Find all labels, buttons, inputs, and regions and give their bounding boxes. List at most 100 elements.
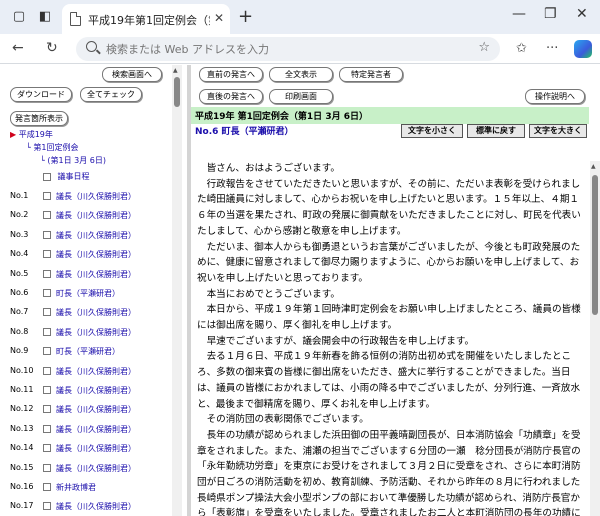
speaker-row[interactable]: No.17 議長（川久保勝則君） <box>0 501 170 515</box>
speaker-row[interactable]: No.5 議長（川久保勝則君） <box>0 269 170 283</box>
speaker-checkbox[interactable] <box>43 386 51 394</box>
address-input[interactable] <box>106 41 466 57</box>
right-frame: 直前の発言へ 全文表示 特定発言者 直後の発言へ 印刷画面 操作説明へ 平成19… <box>187 65 600 516</box>
omnibox[interactable]: ☆ <box>76 37 500 61</box>
speaker-checkbox[interactable] <box>43 463 51 472</box>
speaker-row[interactable]: No.16 新井政博君 <box>0 482 170 496</box>
specific-speaker-button[interactable]: 特定発言者 <box>339 67 403 82</box>
favorite-star-icon[interactable]: ☆ <box>478 40 490 55</box>
speaker-row[interactable]: No.8 議長（川久保勝則君） <box>0 327 170 341</box>
speaker-row[interactable]: No.11 議長（川久保勝則君） <box>0 385 170 399</box>
speaker-checkbox[interactable] <box>43 405 51 414</box>
speaker-link[interactable]: 議長（川久保勝則君） <box>56 269 136 280</box>
speaker-checkbox[interactable] <box>43 250 51 259</box>
speaker-checkbox[interactable] <box>43 483 51 491</box>
check-all-button[interactable]: 全てチェック <box>80 87 142 102</box>
speaker-link[interactable]: 議長（川久保勝則君） <box>56 366 136 377</box>
speaker-link[interactable]: 議長（川久保勝則君） <box>56 230 136 241</box>
close-tab-icon[interactable]: ✕ <box>214 11 224 25</box>
new-tab-icon[interactable]: + <box>238 6 253 27</box>
browser-tab[interactable]: 平成19年第1回定例会（第1日 3月 ✕ <box>62 4 230 34</box>
speaker-link[interactable]: 議長（川久保勝則君） <box>56 424 136 435</box>
speaker-row[interactable]: No.12 議長（川久保勝則君） <box>0 404 170 418</box>
close-window-icon[interactable]: ✕ <box>576 6 588 22</box>
tree-year[interactable]: ▶ 平成19年 <box>10 129 53 140</box>
speaker-link[interactable]: 議長（川久保勝則君） <box>56 385 136 396</box>
font-larger-button[interactable]: 文字を大きく <box>529 124 587 138</box>
speaker-link[interactable]: 新井政博君 <box>56 482 96 493</box>
speaker-link[interactable]: 町長（平瀬研君） <box>56 346 120 357</box>
speaker-checkbox[interactable] <box>43 444 51 453</box>
speaker-link[interactable]: 議長（川久保勝則君） <box>56 249 136 260</box>
tree-session[interactable]: └ 第1回定例会 <box>26 142 78 153</box>
tree-day[interactable]: └ (第1日 3月 6日) <box>40 155 106 166</box>
back-icon[interactable]: ← <box>12 40 24 56</box>
speaker-link[interactable]: 町長（平瀬研君） <box>56 288 120 299</box>
speaker-checkbox[interactable] <box>43 308 51 317</box>
speaker-link[interactable]: 議長（川久保勝則君） <box>56 191 136 202</box>
tree-agenda[interactable]: 議事日程 <box>43 171 90 182</box>
speaker-checkbox[interactable] <box>43 366 51 375</box>
instructions-button[interactable]: 操作説明へ <box>525 89 585 104</box>
left-scrollbar[interactable]: ▲ <box>172 65 182 516</box>
speaker-link[interactable]: 議長（川久保勝則君） <box>56 463 136 474</box>
right-scrollbar-thumb[interactable] <box>592 175 598 315</box>
speaker-checkbox[interactable] <box>43 211 51 220</box>
speaker-number: No.13 <box>10 423 34 433</box>
speaker-number: No.16 <box>10 482 34 491</box>
speaker-row[interactable]: No.7 議長（川久保勝則君） <box>0 307 170 321</box>
speaker-link[interactable]: 議長（川久保勝則君） <box>56 404 136 415</box>
speaker-checkbox[interactable] <box>43 424 51 433</box>
copilot-icon[interactable] <box>574 40 592 58</box>
speaker-link[interactable]: 議長（川久保勝則君） <box>56 501 136 512</box>
speaker-link[interactable]: 議長（川久保勝則君） <box>56 327 136 338</box>
speaker-row[interactable]: No.2 議長（川久保勝則君） <box>0 210 170 224</box>
speaker-number: No.8 <box>10 326 29 336</box>
speaker-row[interactable]: No.10 議長（川久保勝則君） <box>0 366 170 380</box>
speaker-checkbox[interactable] <box>43 269 51 278</box>
speaker-row[interactable]: No.15 議長（川久保勝則君） <box>0 463 170 477</box>
page-icon <box>70 12 81 26</box>
agenda-checkbox[interactable] <box>43 172 51 181</box>
speaker-checkbox[interactable] <box>43 347 51 356</box>
speaker-checkbox[interactable] <box>43 327 51 336</box>
favorites-icon[interactable]: ✩ <box>516 41 527 56</box>
refresh-icon[interactable]: ↻ <box>46 40 58 56</box>
show-all-button[interactable]: 全文表示 <box>269 67 333 82</box>
right-scrollbar[interactable]: ▲ <box>590 161 600 516</box>
speech-paragraph: 長年の功績が認められました浜田御の田平義晴副団長が、日本消防協会「功績章」を受章… <box>197 429 581 516</box>
speech-paragraph: 去る１月６日、平成１９年新春を飾る恒例の消防出初め式を開催をいたしましたところ、… <box>197 351 581 410</box>
speaker-row[interactable]: No.1 議長（川久保勝則君） <box>0 191 170 205</box>
speaker-checkbox[interactable] <box>43 289 51 297</box>
font-reset-button[interactable]: 標準に戻す <box>467 124 525 138</box>
font-smaller-button[interactable]: 文字を小さく <box>401 124 463 138</box>
maximize-icon[interactable]: ❐ <box>544 6 557 22</box>
speaker-row[interactable]: No.6 町長（平瀬研君） <box>0 288 170 302</box>
profile-icon[interactable]: ▢ <box>10 8 28 26</box>
speaker-link[interactable]: 議長（川久保勝則君） <box>56 210 136 221</box>
next-speech-button[interactable]: 直後の発言へ <box>199 89 263 104</box>
download-button[interactable]: ダウンロード <box>10 87 72 102</box>
scroll-up-icon[interactable]: ▲ <box>591 163 596 170</box>
print-screen-button[interactable]: 印刷画面 <box>269 89 333 104</box>
prev-speech-button[interactable]: 直前の発言へ <box>199 67 263 82</box>
speaker-row[interactable]: No.4 議長（川久保勝則君） <box>0 249 170 263</box>
speech-paragraph: ただいま、御本人からも御勇退というお言葉がございましたが、今後とも町政発展のため… <box>197 241 581 284</box>
speaker-checkbox[interactable] <box>43 192 51 200</box>
speaker-row[interactable]: No.14 議長（川久保勝則君） <box>0 443 170 457</box>
more-menu-icon[interactable]: ··· <box>546 41 558 56</box>
speaker-checkbox[interactable] <box>43 230 51 239</box>
speaker-row[interactable]: No.3 議長（川久保勝則君） <box>0 230 170 244</box>
tab-actions-icon[interactable]: ◧ <box>36 8 54 26</box>
search-screen-button[interactable]: 検索画面へ <box>102 67 162 82</box>
speaker-row[interactable]: No.9 町長（平瀬研君） <box>0 346 170 360</box>
show-speech-locations-button[interactable]: 発言箇所表示 <box>10 111 68 126</box>
speaker-link[interactable]: 議長（川久保勝則君） <box>56 307 136 318</box>
left-scrollbar-thumb[interactable] <box>174 77 180 107</box>
speaker-row[interactable]: No.13 議長（川久保勝則君） <box>0 424 170 438</box>
speaker-checkbox[interactable] <box>43 502 51 511</box>
minimize-icon[interactable]: — <box>512 6 526 22</box>
speaker-link[interactable]: 議長（川久保勝則君） <box>56 443 136 454</box>
scroll-up-icon[interactable]: ▲ <box>173 67 178 74</box>
tab-bar: ▢ ◧ 平成19年第1回定例会（第1日 3月 ✕ + — ❐ ✕ <box>0 0 600 34</box>
